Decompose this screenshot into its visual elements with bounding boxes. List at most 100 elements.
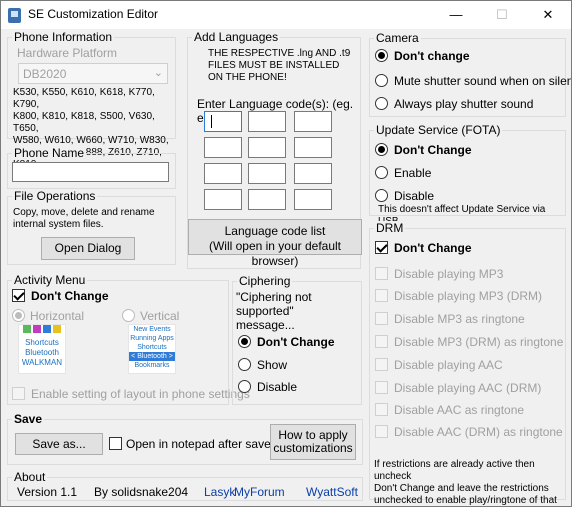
models-line: K530, K550, K610, K618, K770, K790, [13,87,155,110]
button-line: (Will open in your default browser) [208,239,342,268]
drm-option-checkbox[interactable] [375,425,388,438]
drm-option-checkbox[interactable] [375,403,388,416]
open-notepad-label: Open in notepad after save [126,437,271,451]
drm-option-label: Disable MP3 (DRM) as ringtone [394,335,564,349]
camera-group: Camera Don't change Mute shutter sound w… [369,31,571,117]
fota-disable-radio[interactable] [375,189,388,202]
note-line: unchecked to enable play/ringtone of tha… [374,495,557,506]
fota-enable-label: Enable [394,166,432,180]
activity-menu-group: Activity Menu Don't Change Horizontal Ve… [7,273,250,405]
language-code-input[interactable] [204,137,242,158]
drm-group: DRM Don't Change Disable playing MP3 Dis… [369,221,566,506]
preview-item: Shortcuts [25,338,59,347]
language-code-list-button[interactable]: Language code list (Will open in your de… [188,219,362,268]
fota-enable-radio[interactable] [375,166,388,179]
fota-dont-change-radio[interactable] [375,143,388,156]
drm-dont-change-label: Don't Change [394,241,472,255]
language-code-input[interactable] [294,137,332,158]
note-line: "Ciphering not supported" [236,290,312,318]
language-warning: THE RESPECTIVE .lng AND .t9 FILES MUST B… [208,48,350,84]
phone-info-group: Phone Information Hardware Platform DB20… [7,30,176,170]
camera-label: Camera [374,31,421,45]
preview-item: New Events [133,326,171,333]
note-line: If restrictions are already active then … [374,459,535,482]
language-code-input[interactable] [248,163,286,184]
wyattsoft-link[interactable]: WyattSoft [306,485,358,499]
ciphering-show-label: Show [257,358,288,372]
open-notepad-checkbox[interactable] [109,437,122,450]
drm-dont-change-checkbox[interactable] [375,241,388,254]
language-code-input[interactable] [248,189,286,210]
language-code-input[interactable] [204,111,242,132]
note-line: Don't Change and leave the restrictions [374,483,549,494]
text-caret [211,115,212,128]
language-code-input[interactable] [248,111,286,132]
warning-line: ON THE PHONE! [208,72,287,83]
drm-option-checkbox[interactable] [375,358,388,371]
drm-option-checkbox[interactable] [375,381,388,394]
save-group: Save Save as... Open in notepad after sa… [7,412,363,465]
preview-item: WALKMAN [21,358,63,367]
preview-icons-row [19,325,65,337]
app-icon [8,8,21,23]
horizontal-layout-preview: Shortcuts Bluetooth WALKMAN [18,324,66,374]
language-code-input[interactable] [294,163,332,184]
enable-layout-label: Enable setting of layout in phone settin… [31,387,250,401]
fota-note: This doesn't affect Update Service via U… [378,204,546,227]
window-title: SE Customization Editor [28,7,159,21]
camera-always-play-label: Always play shutter sound [394,97,534,111]
enable-layout-checkbox[interactable] [12,387,25,400]
drm-option-checkbox[interactable] [375,289,388,302]
fota-disable-label: Disable [394,189,435,203]
drm-option-label: Disable AAC as ringtone [394,403,525,417]
language-code-input[interactable] [294,189,332,210]
preview-item: Bluetooth [25,348,59,357]
camera-mute-radio[interactable] [375,74,388,87]
horizontal-radio[interactable] [12,309,25,322]
file-ops-group: File Operations Copy, move, delete and r… [7,189,176,265]
warning-line: FILES MUST BE INSTALLED [208,60,340,71]
button-line: Language code list [224,224,326,238]
language-code-input[interactable] [204,163,242,184]
camera-dont-change-radio[interactable] [375,49,388,62]
myforum-link[interactable]: MyForum [234,485,285,499]
language-code-input[interactable] [294,111,332,132]
fota-label: Update Service (FOTA) [374,123,503,137]
close-button[interactable]: ✕ [525,1,571,29]
hardware-platform-value: DB2020 [23,67,67,81]
lasyk-link[interactable]: Lasyk [204,485,235,499]
camera-always-play-radio[interactable] [375,97,388,110]
phone-name-input[interactable] [12,162,169,182]
ciphering-show-radio[interactable] [238,358,251,371]
camera-mute-label: Mute shutter sound when on silent [394,74,572,88]
drm-option-checkbox[interactable] [375,267,388,280]
ciphering-dont-change-radio[interactable] [238,335,251,348]
activity-dont-change-checkbox[interactable] [12,289,25,302]
ciphering-disable-radio[interactable] [238,380,251,393]
ciphering-label: Ciphering [237,274,293,288]
how-to-apply-button[interactable]: How to apply customizations [270,424,356,460]
title-bar: SE Customization Editor — ☐ ✕ [1,1,571,29]
preview-icon [32,325,41,333]
preview-item: Shortcuts [137,344,167,351]
language-code-input[interactable] [248,137,286,158]
hardware-platform-select[interactable]: DB2020 ⌄ [18,63,168,84]
ciphering-dont-change-label: Don't Change [257,335,335,349]
vertical-layout-preview: New Events Running Apps Shortcuts < Blue… [128,324,176,374]
drm-option-label: Disable AAC (DRM) as ringtone [394,425,563,439]
drm-label: DRM [374,221,406,235]
file-ops-desc-line: Copy, move, delete and rename [13,207,155,218]
save-as-button[interactable]: Save as... [15,433,103,455]
vertical-radio[interactable] [122,309,135,322]
file-ops-description: Copy, move, delete and rename internal s… [13,207,155,231]
minimize-button[interactable]: — [433,1,479,29]
open-dialog-button[interactable]: Open Dialog [41,237,135,260]
maximize-button[interactable]: ☐ [479,1,525,29]
language-code-input[interactable] [204,189,242,210]
app-window: SE Customization Editor — ☐ ✕ Phone Info… [0,0,572,507]
save-label: Save [12,412,45,426]
fota-dont-change-label: Don't Change [394,143,472,157]
drm-option-checkbox[interactable] [375,312,388,325]
activity-menu-label: Activity Menu [12,273,88,287]
drm-option-checkbox[interactable] [375,335,388,348]
